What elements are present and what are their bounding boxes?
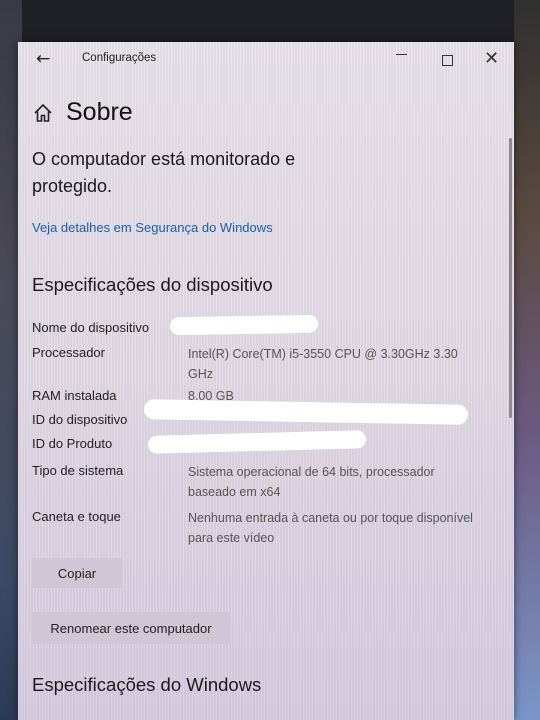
window-title: Configurações xyxy=(82,52,157,64)
spec-label-system-type: Tipo de sistema xyxy=(32,463,124,478)
spec-label-pen-touch: Caneta e toque xyxy=(32,509,121,524)
title-bar: ← Configurações ✕ xyxy=(18,42,514,78)
spec-label-ram: RAM instalada xyxy=(32,388,117,403)
page-title: Sobre xyxy=(66,98,133,126)
redaction-product-id xyxy=(147,430,367,454)
windows-specs-title: Especificações do Windows xyxy=(32,674,262,695)
close-icon[interactable]: ✕ xyxy=(484,48,499,69)
rename-computer-button[interactable]: Renomear este computador xyxy=(32,612,230,644)
back-arrow-icon[interactable]: ← xyxy=(36,49,50,69)
spec-label-processor: Processador xyxy=(32,345,105,360)
photo-background-right xyxy=(514,0,540,720)
spec-value-pen-touch: Nenhuma entrada à caneta ou por toque di… xyxy=(188,511,473,545)
home-icon xyxy=(34,103,52,122)
maximize-button[interactable] xyxy=(442,55,453,66)
device-specs-title: Especificações do dispositivo xyxy=(32,274,273,295)
scrollbar[interactable] xyxy=(509,138,512,418)
copy-button[interactable]: Copiar xyxy=(32,558,122,588)
redaction-device-name xyxy=(169,314,319,336)
settings-window: ← Configurações ✕ Sobre O computador est… xyxy=(18,42,514,720)
page-header: Sobre xyxy=(32,98,133,127)
spec-label-device-name: Nome do dispositivo xyxy=(32,320,150,335)
spec-value-processor: Intel(R) Core(TM) i5-3550 CPU @ 3.30GHz … xyxy=(188,347,458,381)
spec-value-system-type: Sistema operacional de 64 bits, processa… xyxy=(188,465,435,499)
windows-security-link[interactable]: Veja detalhes em Segurança do Windows xyxy=(32,220,273,235)
spec-label-product-id: ID do Produto xyxy=(32,436,113,451)
spec-label-device-id: ID do dispositivo xyxy=(32,412,128,427)
minimize-button[interactable] xyxy=(396,54,407,55)
redaction-device-id xyxy=(143,399,469,425)
photo-background-top xyxy=(0,0,540,44)
protection-status: O computador está monitorado e protegido… xyxy=(32,149,296,196)
